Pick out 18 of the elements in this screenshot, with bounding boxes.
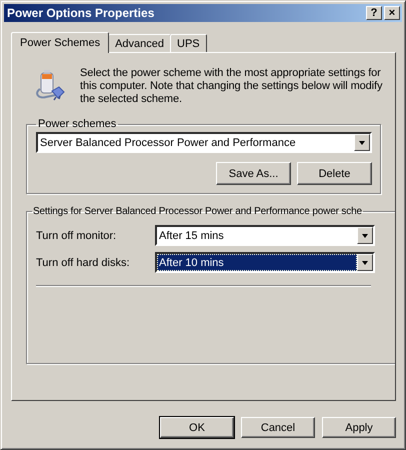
setting-label: Turn off hard disks: (36, 256, 131, 268)
dialog-button[interactable]: OK (160, 417, 234, 438)
tab[interactable]: Power Schemes (11, 32, 110, 53)
title-bar-button[interactable]: × (384, 6, 400, 20)
setting-dropdown[interactable]: After 15 mins (155, 225, 375, 246)
setting-label: Turn off monitor: (36, 230, 118, 242)
group-title: Settings for Server Balanced Processor Power and Performance power sche (32, 206, 363, 217)
dialog-button[interactable]: Delete (297, 162, 372, 185)
dialog-button[interactable]: Save As... (216, 162, 291, 185)
description-text: Select the power scheme with the most appropriate settings for this computer. Note that changing the settings below will modify the selected scheme. (80, 67, 384, 106)
group-title: Power schemes (37, 118, 118, 130)
dialog-button[interactable]: Cancel (241, 417, 315, 438)
setting-dropdown[interactable]: After 10 mins (155, 252, 375, 273)
dialog-button[interactable]: Apply (322, 417, 396, 438)
window-title: Power Options Properties (7, 6, 154, 20)
tab[interactable]: UPS (170, 34, 207, 52)
title-bar-button[interactable]: ? (366, 6, 382, 20)
scheme-dropdown[interactable]: Server Balanced Processor Power and Performance (36, 132, 372, 153)
